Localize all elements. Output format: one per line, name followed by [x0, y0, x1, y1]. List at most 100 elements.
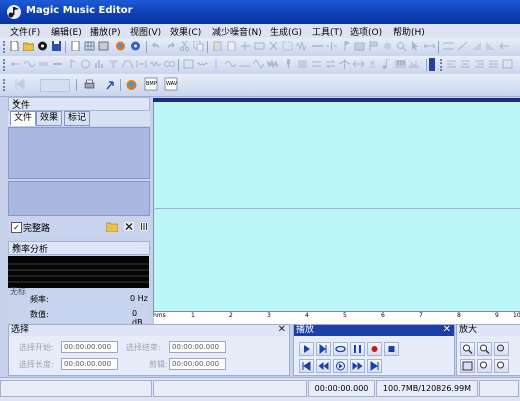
print-icon[interactable]	[83, 79, 96, 91]
midi-icon[interactable]	[395, 59, 406, 69]
copy-icon[interactable]	[193, 41, 204, 51]
zoom-vertical-out-icon[interactable]	[494, 359, 509, 373]
zoom-tool-icon[interactable]	[396, 41, 407, 51]
export-arrow-icon[interactable]	[104, 79, 117, 91]
amplify-icon[interactable]	[457, 41, 468, 51]
tone-icon[interactable]	[253, 59, 264, 69]
menu-view[interactable]: 视图(V)	[130, 25, 161, 38]
align-center-icon[interactable]	[460, 59, 471, 69]
time-ruler[interactable]: hms 1 2 3 4 5 6 7 8 9 10	[153, 311, 520, 324]
play-button[interactable]	[299, 342, 314, 356]
compressor-icon[interactable]	[136, 59, 147, 69]
fade-out-icon[interactable]	[485, 41, 496, 51]
rewind-disabled-icon[interactable]	[14, 79, 36, 89]
tempo-icon[interactable]	[80, 59, 91, 69]
stop-button[interactable]	[384, 342, 399, 356]
click-removal-icon[interactable]	[211, 59, 222, 69]
waveform-icon[interactable]	[296, 41, 307, 51]
selection-start-field[interactable]: 00:00:00.000	[61, 341, 118, 353]
music-note-icon[interactable]	[381, 59, 392, 69]
clip-field[interactable]: 00:00:00.000	[169, 358, 226, 370]
delete-icon[interactable]	[268, 41, 279, 51]
mix-paste-icon[interactable]	[240, 41, 251, 51]
vocal-remover-icon[interactable]	[367, 59, 378, 69]
invert-icon[interactable]	[339, 59, 350, 69]
new-file-icon[interactable]	[9, 41, 20, 51]
toolbar-grip[interactable]	[3, 41, 8, 53]
record-button[interactable]	[367, 342, 382, 356]
undo-icon[interactable]	[151, 41, 162, 51]
reverse-icon[interactable]	[499, 41, 510, 51]
go-to-end-button[interactable]	[367, 359, 382, 373]
align-right-icon[interactable]	[474, 59, 485, 69]
noise-gate-icon[interactable]	[183, 59, 194, 69]
menu-play[interactable]: 播放(P)	[90, 25, 120, 38]
silence-icon[interactable]	[312, 41, 323, 51]
align-left-icon[interactable]	[446, 59, 457, 69]
sample-rate-icon[interactable]	[297, 59, 308, 69]
file-list-top[interactable]	[8, 127, 150, 179]
menu-edit[interactable]: 编辑(E)	[51, 25, 82, 38]
document-icon[interactable]	[70, 41, 81, 51]
echo-icon[interactable]	[10, 59, 21, 69]
loop-button[interactable]	[333, 342, 348, 356]
close-icon[interactable]: ✕	[12, 242, 146, 252]
reverb-icon[interactable]	[52, 59, 63, 69]
menu-generate[interactable]: 生成(G)	[270, 25, 302, 38]
zoom-vertical-in-icon[interactable]	[477, 359, 492, 373]
menu-help[interactable]: 帮助(H)	[393, 25, 425, 38]
menu-noise-reduction[interactable]: 减少噪音(N)	[212, 25, 262, 38]
redo-icon[interactable]	[165, 41, 176, 51]
tab-files[interactable]: 文件	[10, 111, 37, 126]
selection-length-field[interactable]: 00:00:00.000	[61, 358, 118, 370]
normalize-icon[interactable]	[443, 41, 454, 51]
phaser-icon[interactable]	[164, 59, 175, 69]
stretch-icon[interactable]	[424, 41, 435, 51]
play-to-end-button[interactable]	[316, 342, 331, 356]
selection-end-field[interactable]: 00:00:00.000	[169, 341, 226, 353]
zoom-out-icon[interactable]	[477, 342, 492, 356]
pause-button[interactable]	[350, 342, 365, 356]
toolbar-chevron-icon[interactable]	[429, 58, 435, 71]
grid-icon[interactable]	[84, 41, 95, 51]
zoom-selection-icon[interactable]	[494, 342, 509, 356]
dc-offset-icon[interactable]	[239, 59, 250, 69]
tab-markers[interactable]: 标记	[64, 111, 91, 126]
open-folder-icon[interactable]	[106, 221, 118, 232]
cd-burn-icon[interactable]	[130, 41, 141, 51]
close-icon[interactable]: ✕	[278, 324, 286, 335]
globe-icon[interactable]	[115, 41, 126, 51]
save-icon[interactable]	[51, 41, 62, 51]
menu-tools[interactable]: 工具(T)	[312, 25, 343, 38]
flag-icon[interactable]	[368, 41, 379, 51]
playback-slider[interactable]	[40, 79, 70, 92]
spectrum-icon[interactable]	[409, 59, 420, 69]
toolbar-grip[interactable]	[3, 59, 8, 71]
toolbar-grip[interactable]	[440, 59, 445, 71]
rewind-button[interactable]	[316, 359, 331, 373]
internet-globe-icon[interactable]	[125, 79, 138, 91]
snapshot-icon[interactable]	[354, 41, 365, 51]
menu-file[interactable]: 文件(F)	[10, 25, 40, 38]
channels-icon[interactable]	[311, 59, 322, 69]
go-to-start-button[interactable]	[299, 359, 314, 373]
menu-effects[interactable]: 效果(C)	[170, 25, 201, 38]
vibrato-icon[interactable]	[150, 59, 161, 69]
toolbar-grip[interactable]	[3, 79, 8, 91]
close-icon[interactable]: ✕	[12, 98, 146, 108]
cursor-icon[interactable]	[410, 41, 421, 51]
menu-options[interactable]: 选项(O)	[350, 25, 382, 38]
fade-in-icon[interactable]	[471, 41, 482, 51]
full-path-checkbox[interactable]: ✓	[11, 222, 22, 233]
select-all-icon[interactable]	[282, 41, 293, 51]
bmp-file-icon[interactable]: BMP	[144, 77, 158, 91]
cut-icon[interactable]	[179, 41, 190, 51]
pitch-icon[interactable]	[66, 59, 77, 69]
stereo-expander-icon[interactable]	[353, 59, 364, 69]
equalizer-icon[interactable]	[94, 59, 105, 69]
flanger-icon[interactable]	[38, 59, 49, 69]
zoom-in-icon[interactable]	[460, 342, 475, 356]
hand-icon[interactable]	[382, 41, 393, 51]
list-icon[interactable]	[488, 59, 499, 69]
convert-icon[interactable]	[325, 59, 336, 69]
